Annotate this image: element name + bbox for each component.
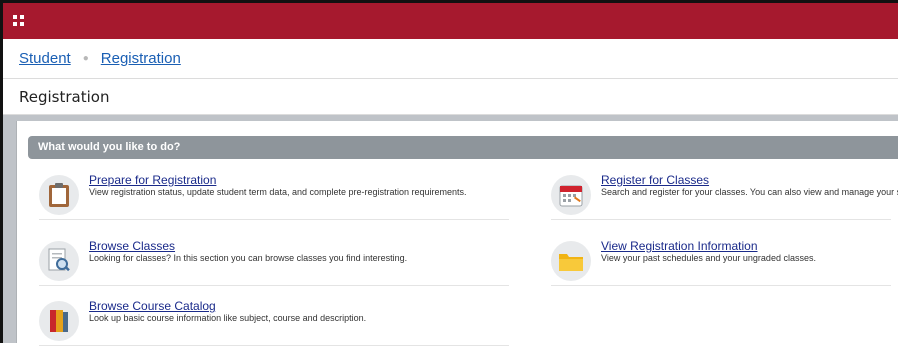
top-bar <box>3 3 898 39</box>
prepare-registration-item: Prepare for Registration View registrati… <box>39 171 509 220</box>
breadcrumb: Student ● Registration <box>3 39 898 79</box>
browse-classes-description: Looking for classes? In this section you… <box>89 253 408 263</box>
prepare-registration-description: View registration status, update student… <box>89 187 467 197</box>
breadcrumb-registration-link[interactable]: Registration <box>101 50 181 67</box>
register-classes-description: Search and register for your classes. Yo… <box>601 187 898 197</box>
page-title: Registration <box>19 87 110 106</box>
content-area: What would you like to do? Prepare for R… <box>3 115 898 346</box>
book-icon <box>39 301 79 341</box>
calendar-icon <box>551 175 591 215</box>
grid-menu-icon[interactable] <box>13 15 25 27</box>
view-registration-info-description: View your past schedules and your ungrad… <box>601 253 816 263</box>
breadcrumb-student-link[interactable]: Student <box>19 50 71 67</box>
browse-classes-link[interactable]: Browse Classes <box>89 239 175 253</box>
view-registration-info-link[interactable]: View Registration Information <box>601 239 758 253</box>
register-classes-item: Register for Classes Search and register… <box>551 171 898 220</box>
clipboard-icon <box>39 175 79 215</box>
folder-icon <box>551 241 591 281</box>
section-header: What would you like to do? <box>28 136 898 159</box>
browse-course-catalog-link[interactable]: Browse Course Catalog <box>89 299 216 313</box>
page-title-bar: Registration <box>3 79 898 115</box>
document-search-icon <box>39 241 79 281</box>
breadcrumb-separator-icon: ● <box>82 53 89 64</box>
browse-course-catalog-item: Browse Course Catalog Look up basic cour… <box>39 297 509 346</box>
view-registration-info-item: View Registration Information View your … <box>551 237 891 286</box>
register-classes-link[interactable]: Register for Classes <box>601 173 709 187</box>
browse-classes-item: Browse Classes Looking for classes? In t… <box>39 237 509 286</box>
prepare-registration-link[interactable]: Prepare for Registration <box>89 173 216 187</box>
browse-course-catalog-description: Look up basic course information like su… <box>89 313 367 323</box>
registration-card: What would you like to do? Prepare for R… <box>16 121 898 346</box>
